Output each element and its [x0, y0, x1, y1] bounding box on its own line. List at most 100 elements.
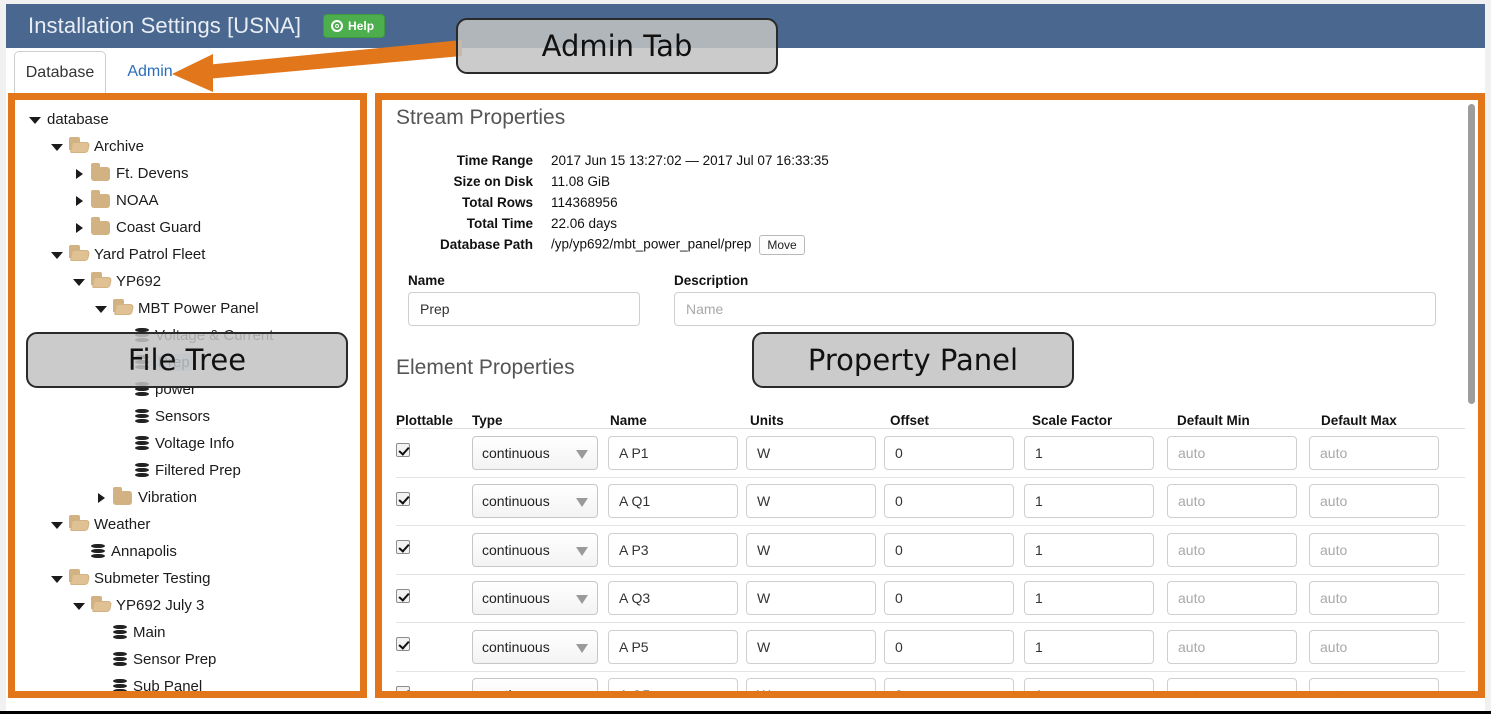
default-max-input[interactable] — [1309, 532, 1439, 567]
move-button[interactable]: Move — [759, 234, 805, 255]
plottable-checkbox[interactable] — [396, 491, 410, 506]
scale-factor-input[interactable] — [1024, 678, 1154, 691]
name-input[interactable] — [608, 678, 738, 691]
default-min-input[interactable] — [1167, 629, 1297, 664]
tree-node[interactable]: Ft. Devens — [15, 160, 360, 187]
type-select[interactable]: continuous — [472, 532, 598, 567]
default-max-input[interactable] — [1309, 629, 1439, 664]
units-input[interactable] — [746, 484, 876, 519]
default-min-input[interactable] — [1167, 678, 1297, 691]
units-input[interactable] — [746, 532, 876, 567]
tree-node[interactable]: YP692 — [15, 268, 360, 295]
plottable-checkbox[interactable] — [396, 637, 410, 652]
tree-node[interactable]: YP692 July 3 — [15, 592, 360, 619]
offset-input[interactable] — [884, 678, 1014, 691]
chevron-down-icon[interactable] — [73, 600, 85, 612]
scale-factor-input[interactable] — [1024, 435, 1154, 470]
folder-closed-icon — [91, 162, 110, 181]
scale-factor-input[interactable] — [1024, 484, 1154, 519]
tree-node[interactable]: Annapolis — [15, 538, 360, 565]
tree-node[interactable]: Yard Patrol Fleet — [15, 241, 360, 268]
chevron-right-icon[interactable] — [73, 222, 85, 234]
type-select[interactable]: continuous — [472, 581, 598, 616]
property-panel-scrollbar-thumb[interactable] — [1468, 104, 1475, 404]
tree-node[interactable]: Voltage Info — [15, 430, 360, 457]
plottable-checkbox[interactable] — [396, 540, 410, 555]
tree-node[interactable]: Submeter Testing — [15, 565, 360, 592]
dmin-input-cell — [1167, 532, 1309, 567]
offset-input[interactable] — [884, 435, 1014, 470]
plottable-checkbox[interactable] — [396, 443, 410, 458]
property-panel-scroll-area[interactable]: Stream Properties Time Range 2017 Jun 15 … — [382, 100, 1478, 691]
tree-node[interactable]: Weather — [15, 511, 360, 538]
units-input[interactable] — [746, 435, 876, 470]
tree-node[interactable]: Main — [15, 619, 360, 646]
table-body: continuous continuous continuous continuous… — [396, 429, 1468, 691]
default-min-input[interactable] — [1167, 484, 1297, 519]
tab-admin[interactable]: Admin — [114, 51, 186, 93]
chevron-right-icon[interactable] — [95, 492, 107, 504]
chevron-down-icon[interactable] — [51, 249, 63, 261]
tree-node[interactable]: Sub Panel — [15, 673, 360, 691]
help-button[interactable]: Help — [323, 14, 386, 38]
offset-input[interactable] — [884, 484, 1014, 519]
chevron-right-icon[interactable] — [73, 168, 85, 180]
scale-factor-input[interactable] — [1024, 629, 1154, 664]
tab-database[interactable]: Database — [14, 51, 106, 93]
type-select[interactable]: continuous — [472, 629, 598, 664]
folder-open-icon — [91, 271, 110, 289]
default-max-input[interactable] — [1309, 435, 1439, 470]
default-max-input[interactable] — [1309, 581, 1439, 616]
stream-property-row: Total Time 22.06 days — [396, 213, 829, 234]
name-input[interactable] — [608, 484, 738, 519]
units-input[interactable] — [746, 678, 876, 691]
default-min-input[interactable] — [1167, 581, 1297, 616]
dmin-input-cell — [1167, 629, 1309, 664]
chevron-down-icon[interactable] — [95, 303, 107, 315]
offset-input[interactable] — [884, 581, 1014, 616]
tree-node[interactable]: Filtered Prep — [15, 457, 360, 484]
tree-node[interactable]: Vibration — [15, 484, 360, 511]
tree-node[interactable]: database — [15, 106, 360, 133]
name-input[interactable] — [608, 532, 738, 567]
type-select[interactable]: continuous — [472, 484, 598, 519]
chevron-down-icon[interactable] — [29, 114, 41, 126]
name-input[interactable] — [608, 581, 738, 616]
default-min-input[interactable] — [1167, 532, 1297, 567]
tree-node[interactable]: Sensor Prep — [15, 646, 360, 673]
description-input[interactable] — [674, 292, 1436, 326]
name-input[interactable] — [608, 629, 738, 664]
units-input[interactable] — [746, 629, 876, 664]
tree-node[interactable]: Coast Guard — [15, 214, 360, 241]
type-select[interactable]: continuous — [472, 678, 598, 691]
chevron-right-icon[interactable] — [73, 195, 85, 207]
property-panel-scrollbar-track[interactable] — [1465, 100, 1478, 691]
default-min-input[interactable] — [1167, 435, 1297, 470]
tree-node[interactable]: Sensors — [15, 403, 360, 430]
tree-node[interactable]: MBT Power Panel — [15, 295, 360, 322]
name-input[interactable] — [408, 292, 640, 326]
chevron-down-icon[interactable] — [51, 519, 63, 531]
scale-factor-input[interactable] — [1024, 532, 1154, 567]
file-tree-scroll-area[interactable]: database Archive Ft. Devens NOAA Coast Guard… — [15, 100, 360, 691]
tree-node[interactable]: Archive — [15, 133, 360, 160]
offset-input[interactable] — [884, 629, 1014, 664]
name-input[interactable] — [608, 435, 738, 470]
tree-node[interactable]: NOAA — [15, 187, 360, 214]
scale-factor-input[interactable] — [1024, 581, 1154, 616]
type-select[interactable]: continuous — [472, 435, 598, 470]
type-select-value: continuous — [482, 493, 550, 510]
plottable-checkbox[interactable] — [396, 588, 410, 603]
chevron-down-icon[interactable] — [51, 573, 63, 585]
chevron-down-icon[interactable] — [51, 141, 63, 153]
plottable-checkbox[interactable] — [396, 685, 410, 691]
chevron-down-icon[interactable] — [73, 276, 85, 288]
column-header: Default Max — [1321, 413, 1397, 428]
offset-input[interactable] — [884, 532, 1014, 567]
default-max-input[interactable] — [1309, 678, 1439, 691]
tree-node-label: Submeter Testing — [94, 570, 211, 587]
units-input[interactable] — [746, 581, 876, 616]
default-max-input[interactable] — [1309, 484, 1439, 519]
table-row: continuous — [396, 623, 1468, 672]
